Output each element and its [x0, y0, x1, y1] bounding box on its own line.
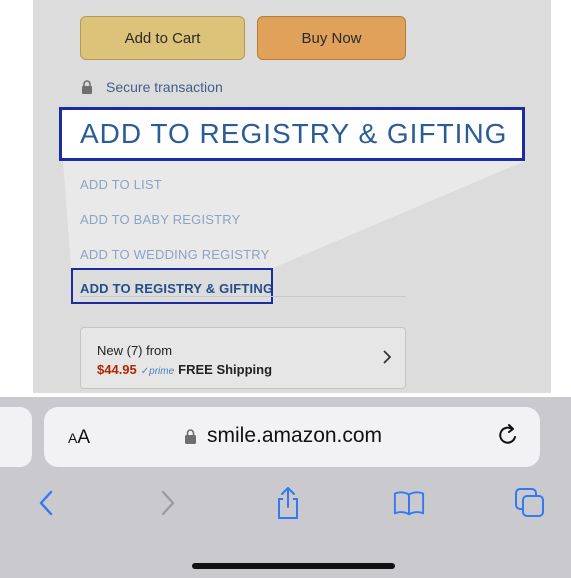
back-icon	[39, 490, 53, 516]
offer-price: $44.95	[97, 362, 137, 377]
menu-item-add-to-list[interactable]: ADD TO LIST	[80, 177, 162, 192]
tabs-icon	[515, 488, 544, 517]
highlight-box	[71, 268, 273, 304]
text-size-small: A	[68, 430, 78, 446]
offer-title: New (7) from	[97, 343, 173, 358]
share-button[interactable]	[272, 486, 304, 520]
text-size-large: A	[77, 427, 91, 448]
prime-badge: ✓prime	[140, 366, 175, 377]
buy-now-button[interactable]: Buy Now	[257, 16, 406, 60]
menu-item-label: ADD TO WEDDING REGISTRY	[80, 247, 270, 262]
add-to-cart-label: Add to Cart	[124, 29, 201, 47]
bookmarks-button[interactable]	[393, 486, 425, 520]
menu-item-label: ADD TO BABY REGISTRY	[80, 212, 241, 227]
share-icon	[278, 487, 298, 519]
text-size-button[interactable]: AA	[68, 427, 90, 449]
address-bar[interactable]: AA smile.amazon.com	[44, 407, 540, 467]
home-indicator[interactable]	[192, 563, 395, 569]
reload-icon[interactable]	[496, 423, 520, 449]
url-text: smile.amazon.com	[207, 424, 383, 447]
lock-icon	[185, 429, 196, 444]
previous-tab-bar[interactable]	[0, 407, 32, 467]
lock-icon	[82, 80, 92, 94]
secure-transaction-label: Secure transaction	[106, 79, 223, 95]
callout-label: ADD TO REGISTRY & GIFTING	[80, 118, 508, 149]
new-offers-card[interactable]: New (7) from $44.95 ✓prime FREE Shipping	[80, 327, 406, 389]
menu-item-add-to-baby-registry[interactable]: ADD TO BABY REGISTRY	[80, 212, 241, 227]
url-display[interactable]: smile.amazon.com	[184, 424, 382, 448]
tabs-button[interactable]	[514, 486, 546, 520]
secure-transaction-link[interactable]: Secure transaction	[81, 79, 223, 95]
product-buy-box: Add to Cart Buy Now Secure transaction A…	[33, 0, 551, 393]
forward-icon	[161, 490, 175, 516]
safari-toolbar: AA smile.amazon.com	[0, 397, 571, 578]
divider	[80, 296, 406, 297]
free-shipping-label: FREE Shipping	[178, 362, 273, 377]
chevron-right-icon	[383, 350, 391, 364]
zoomed-callout: ADD TO REGISTRY & GIFTING	[59, 107, 525, 161]
back-button[interactable]	[30, 486, 62, 520]
menu-item-label: ADD TO LIST	[80, 177, 162, 192]
add-to-cart-button[interactable]: Add to Cart	[80, 16, 245, 60]
buy-now-label: Buy Now	[301, 29, 362, 47]
bookmarks-icon	[393, 491, 425, 516]
forward-button[interactable]	[152, 486, 184, 520]
menu-item-add-to-wedding-registry[interactable]: ADD TO WEDDING REGISTRY	[80, 247, 270, 262]
offer-details: $44.95 ✓prime FREE Shipping	[97, 362, 272, 377]
